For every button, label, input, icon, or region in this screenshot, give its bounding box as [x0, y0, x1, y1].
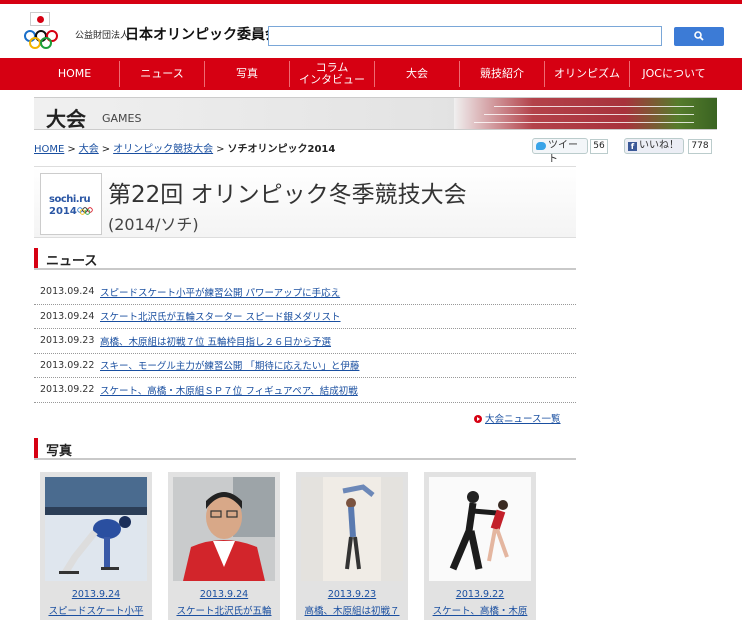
banner-track-image	[454, 98, 717, 129]
news-item: 2013.09.22 スキー、モーグル主力が練習公開 「期待に応えたい」と伊藤	[34, 354, 576, 378]
news-link[interactable]: スケート北沢氏が五輪スターター スピード銀メダリスト	[100, 309, 341, 323]
nav-olympism[interactable]: オリンピズム	[544, 61, 629, 87]
news-list: 2013.09.24 スピードスケート小平が練習公開 パワーアップに手応え 20…	[34, 280, 576, 403]
breadcrumb-home[interactable]: HOME	[34, 144, 64, 155]
nav-about-joc[interactable]: JOCについて	[629, 61, 718, 87]
photo-pair-skating[interactable]	[429, 477, 531, 581]
nav-column-interview[interactable]: コラム インタビュー	[289, 61, 374, 87]
sochi-2014-logo: sochi.ru 2014	[40, 173, 102, 235]
photos-heading: 写真	[46, 444, 73, 459]
banner-subtitle: GAMES	[102, 112, 142, 125]
news-date: 2013.09.22	[40, 384, 95, 396]
banner-title: 大会	[46, 107, 86, 130]
like-count: 778	[688, 139, 712, 154]
nav-games[interactable]: 大会	[374, 61, 459, 87]
tweet-count: 56	[590, 139, 608, 154]
joc-logo[interactable]	[24, 12, 70, 52]
main-nav: HOME ニュース 写真 コラム インタビュー 大会 競技紹介 オリンピズム J…	[0, 58, 742, 90]
like-label: いいね！	[639, 140, 679, 151]
photo-card[interactable]: 2013.9.22 スケート、高橋・木原	[424, 472, 536, 620]
tweet-button[interactable]: ツイート	[532, 138, 588, 165]
photo-card[interactable]: 2013.9.24 スケート北沢氏が五輪	[168, 472, 280, 620]
search-icon	[694, 31, 704, 41]
top-accent-line	[0, 0, 742, 4]
photo-caption[interactable]: スケート北沢氏が五輪	[168, 603, 280, 617]
nav-sports[interactable]: 競技紹介	[459, 61, 544, 87]
news-item: 2013.09.23 高橋、木原組は初戦７位 五輪枠目指し２６日から予選	[34, 329, 576, 354]
news-item: 2013.09.22 スケート、高橋・木原組ＳＰ７位 フィギュアペア、結成初戦	[34, 378, 576, 403]
news-section-header: ニュース	[34, 248, 576, 270]
photo-card[interactable]: 2013.9.24 スピードスケート小平	[40, 472, 152, 620]
search-input[interactable]	[268, 26, 662, 46]
news-link[interactable]: スキー、モーグル主力が練習公開 「期待に応えたい」と伊藤	[100, 358, 359, 372]
nav-home[interactable]: HOME	[30, 61, 119, 87]
section-banner: 大会 GAMES	[34, 97, 717, 130]
photo-date[interactable]: 2013.9.23	[296, 589, 408, 600]
news-link[interactable]: 高橋、木原組は初戦７位 五輪枠目指し２６日から予選	[100, 334, 331, 348]
nav-news[interactable]: ニュース	[119, 61, 204, 87]
photos-section-header: 写真	[34, 438, 576, 460]
news-more-label: 大会ニュース一覧	[485, 414, 561, 425]
section-accent-bar	[34, 438, 38, 458]
news-date: 2013.09.22	[40, 359, 95, 371]
japan-flag-icon	[30, 12, 50, 26]
facebook-icon: f	[628, 142, 637, 151]
news-link[interactable]: スピードスケート小平が練習公開 パワーアップに手応え	[100, 285, 340, 299]
olympic-rings-icon	[77, 207, 93, 215]
twitter-bird-icon	[536, 142, 546, 150]
photo-card[interactable]: 2013.9.23 高橋、木原組は初戦７	[296, 472, 408, 620]
breadcrumb-games[interactable]: 大会	[79, 144, 99, 155]
search-button[interactable]	[674, 27, 724, 46]
event-logo-text-2: 2014	[49, 206, 77, 217]
facebook-like-button[interactable]: f いいね！	[624, 138, 684, 154]
photo-pair-skating-lift[interactable]	[301, 477, 403, 581]
photo-speed-skater[interactable]	[45, 477, 147, 581]
news-date: 2013.09.23	[40, 335, 95, 347]
news-more-link[interactable]: 大会ニュース一覧	[474, 411, 561, 425]
news-date: 2013.09.24	[40, 286, 95, 298]
photo-caption[interactable]: スピードスケート小平	[40, 603, 152, 617]
event-title-box: sochi.ru 2014 第22回 オリンピック冬季競技大会 (2014/ソチ…	[34, 166, 576, 238]
event-subtitle: (2014/ソチ)	[108, 215, 199, 234]
tweet-label: ツイート	[548, 140, 578, 165]
event-logo-text-1: sochi.ru	[49, 194, 91, 205]
nav-photos[interactable]: 写真	[204, 61, 289, 87]
news-date: 2013.09.24	[40, 310, 95, 322]
photo-caption[interactable]: スケート、高橋・木原	[424, 603, 536, 617]
news-item: 2013.09.24 スピードスケート小平が練習公開 パワーアップに手応え	[34, 280, 576, 305]
news-item: 2013.09.24 スケート北沢氏が五輪スターター スピード銀メダリスト	[34, 305, 576, 329]
breadcrumb: HOME > 大会 > オリンピック競技大会 > ソチオリンピック2014	[34, 144, 336, 155]
org-name[interactable]: 日本オリンピック委員会	[125, 24, 279, 44]
org-type-label: 公益財団法人	[75, 31, 130, 41]
photo-date[interactable]: 2013.9.24	[168, 589, 280, 600]
arrow-right-icon	[474, 415, 482, 423]
event-title: 第22回 オリンピック冬季競技大会	[108, 182, 467, 208]
section-accent-bar	[34, 248, 38, 268]
photo-caption[interactable]: 高橋、木原組は初戦７	[296, 603, 408, 617]
olympic-ring-green-icon	[40, 37, 52, 49]
breadcrumb-olympic-games[interactable]: オリンピック競技大会	[113, 144, 213, 155]
news-heading: ニュース	[46, 254, 98, 269]
news-link[interactable]: スケート、高橋・木原組ＳＰ７位 フィギュアペア、結成初戦	[100, 383, 358, 397]
breadcrumb-current: ソチオリンピック2014	[227, 144, 336, 155]
photo-date[interactable]: 2013.9.24	[40, 589, 152, 600]
photo-date[interactable]: 2013.9.22	[424, 589, 536, 600]
photo-man-portrait[interactable]	[173, 477, 275, 581]
